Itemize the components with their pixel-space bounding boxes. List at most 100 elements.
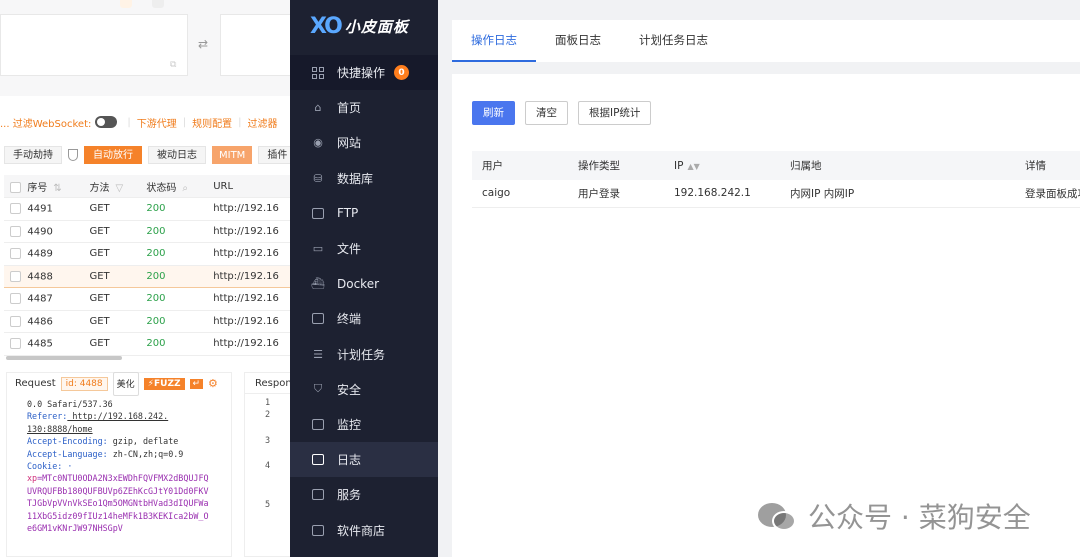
tab-plugin[interactable]: 插件 xyxy=(258,146,292,164)
log-panel: 刷新 清空 根据IP统计 用户 操作类型 IP ▲▼ 归属地 详情 caigo 用… xyxy=(452,74,1080,557)
row-checkbox[interactable] xyxy=(10,270,21,282)
sidebar-item-label: Docker xyxy=(337,276,380,291)
sidebar-item-quick-actions[interactable]: 快捷操作 0 xyxy=(290,55,438,91)
tab-panel-log[interactable]: 面板日志 xyxy=(536,20,620,62)
col-ip[interactable]: IP ▲▼ xyxy=(664,151,780,180)
terminal-icon xyxy=(312,313,324,325)
sidebar-item-database[interactable]: ⛁ 数据库 xyxy=(290,161,438,196)
copy-icon[interactable]: ⧉ xyxy=(170,60,176,70)
beautify-button[interactable]: 美化 xyxy=(112,371,139,396)
sidebar-item-monitor[interactable]: 监控 xyxy=(290,407,438,442)
cell-index: 4488 xyxy=(4,264,84,288)
cell-url: http://192.16 xyxy=(207,332,292,356)
operation-log-table: 用户 操作类型 IP ▲▼ 归属地 详情 caigo 用户登录 192.168.2… xyxy=(472,151,1080,208)
row-checkbox[interactable] xyxy=(10,338,21,349)
table-row[interactable]: 4487 GET 200 http://192.16 xyxy=(4,287,292,311)
sort-icon[interactable]: ▲▼ xyxy=(687,162,699,171)
sidebar-item-label: 软件商店 xyxy=(337,523,386,538)
search-icon[interactable]: ⌕ xyxy=(182,183,188,194)
mitm-badge[interactable]: MITM xyxy=(212,146,253,164)
select-all-checkbox[interactable] xyxy=(10,182,21,193)
tab-manual-hijack[interactable]: 手动劫持 xyxy=(4,146,62,164)
cell-url: http://192.16 xyxy=(207,264,292,288)
table-row[interactable]: 4486 GET 200 http://192.16 xyxy=(4,310,292,333)
proxy-mode-tabs: 手动劫持 自动放行 被动日志 MITM 插件 xyxy=(4,145,292,165)
line-number: 3 xyxy=(265,436,271,446)
sidebar-item-ftp[interactable]: FTP xyxy=(290,196,438,231)
table-row[interactable]: 4485 GET 200 http://192.16 xyxy=(4,332,292,356)
tab-auto-pass[interactable]: 自动放行 xyxy=(84,146,142,164)
col-status[interactable]: 状态码 ⌕ xyxy=(140,175,208,198)
sidebar-item-label: FTP xyxy=(337,206,359,221)
filter-icon[interactable]: ▽ xyxy=(115,183,123,194)
table-row[interactable]: 4489 GET 200 http://192.16 xyxy=(4,242,292,266)
log-tabs: 操作日志 面板日志 计划任务日志 xyxy=(452,20,1080,62)
cell-index: 4487 xyxy=(4,287,84,311)
sidebar-item-files[interactable]: ▭ 文件 xyxy=(290,231,438,266)
sidebar-item-services[interactable]: 服务 xyxy=(290,477,438,512)
ip-stats-button[interactable]: 根据IP统计 xyxy=(578,101,652,125)
response-editor[interactable]: 1 2 3 4 5 xyxy=(244,394,292,557)
logo-mark: XO xyxy=(310,14,343,39)
upstream-proxy-link[interactable]: 下游代理 xyxy=(137,115,177,130)
fuzz-button[interactable]: ⚡FUZZ xyxy=(143,377,185,390)
sort-icon[interactable]: ⇅ xyxy=(53,183,61,194)
sidebar-item-store[interactable]: 软件商店 xyxy=(290,512,438,547)
tab-passive-log[interactable]: 被动日志 xyxy=(148,146,206,164)
row-checkbox[interactable] xyxy=(10,315,21,327)
row-checkbox[interactable] xyxy=(10,225,21,237)
cell-method: GET xyxy=(83,310,141,333)
rule-config-link[interactable]: 规则配置 xyxy=(192,115,232,130)
sidebar-item-docker[interactable]: ⛴ Docker xyxy=(290,266,438,301)
proxy-input-box-left[interactable] xyxy=(0,14,188,76)
folder-icon: ▭ xyxy=(312,242,324,256)
sidebar-item-cron[interactable]: ☰ 计划任务 xyxy=(290,337,438,372)
proxy-top-tab-b[interactable] xyxy=(152,0,164,8)
proxy-input-box-right[interactable] xyxy=(220,14,292,76)
logo[interactable]: XO 小皮面板 xyxy=(310,14,409,39)
docker-icon: ⛴ xyxy=(311,277,325,291)
col-url[interactable]: URL xyxy=(207,175,292,198)
logo-name: 小皮面板 xyxy=(344,18,409,36)
cell-ip: 192.168.242.1 xyxy=(664,180,780,208)
cell-index: 4490 xyxy=(4,220,84,243)
row-checkbox[interactable] xyxy=(10,293,21,304)
sidebar-item-home[interactable]: ⌂ 首页 xyxy=(290,90,438,125)
row-checkbox[interactable] xyxy=(10,248,21,259)
gear-icon[interactable]: ⚙ xyxy=(208,377,218,390)
websocket-toggle[interactable] xyxy=(95,116,118,128)
sidebar-nav: 快捷操作 0 ⌂ 首页 ◉ 网站 ⛁ 数据库 FTP ▭ 文件 ⛴ Docker xyxy=(290,55,438,548)
request-line: Referer: http://192.168.242. xyxy=(27,411,169,422)
col-method[interactable]: 方法 ▽ xyxy=(83,175,141,198)
return-icon[interactable]: ↵ xyxy=(189,378,204,389)
cell-url: http://192.16 xyxy=(207,310,292,333)
sidebar-item-security[interactable]: ⛉ 安全 xyxy=(290,372,438,407)
horizontal-scrollbar[interactable] xyxy=(6,356,122,360)
col-location: 归属地 xyxy=(780,151,1015,180)
table-row[interactable]: 4488 GET 200 http://192.16 xyxy=(4,264,292,288)
col-index[interactable]: 序号 ⇅ xyxy=(4,175,84,198)
table-row[interactable]: 4490 GET 200 http://192.16 xyxy=(4,220,292,243)
store-icon xyxy=(312,524,324,536)
sidebar-item-label: 快捷操作 xyxy=(337,66,386,81)
history-table: 序号 ⇅ 方法 ▽ 状态码 ⌕ URL 4491 GET 200 http://192.16… xyxy=(4,175,292,356)
sidebar-item-label: 首页 xyxy=(337,101,362,116)
cell-status: 200 xyxy=(140,242,208,266)
proxy-top-tab-a[interactable] xyxy=(120,0,132,8)
filter-link[interactable]: 过滤器 xyxy=(247,115,277,130)
refresh-button[interactable]: 刷新 xyxy=(472,101,515,125)
proxy-filter-bar: ... 过滤WebSocket: | 下游代理 | 规则配置 | 过滤器 xyxy=(0,112,277,132)
sidebar-item-terminal[interactable]: 终端 xyxy=(290,301,438,336)
row-checkbox[interactable] xyxy=(10,203,21,214)
cell-index: 4491 xyxy=(4,197,84,221)
tab-cron-log[interactable]: 计划任务日志 xyxy=(620,20,727,62)
tab-operation-log[interactable]: 操作日志 xyxy=(452,20,536,62)
cell-method: GET xyxy=(83,197,141,221)
request-editor[interactable]: 0.0 Safari/537.36 Referer: http://192.16… xyxy=(6,394,232,557)
clear-button[interactable]: 清空 xyxy=(525,101,568,125)
table-row[interactable]: 4491 GET 200 http://192.16 xyxy=(4,197,292,221)
sidebar-item-website[interactable]: ◉ 网站 xyxy=(290,125,438,160)
cell-status: 200 xyxy=(140,332,208,356)
swap-icon[interactable]: ⇄ xyxy=(198,37,208,51)
sidebar-item-logs[interactable]: 日志 xyxy=(290,442,438,478)
